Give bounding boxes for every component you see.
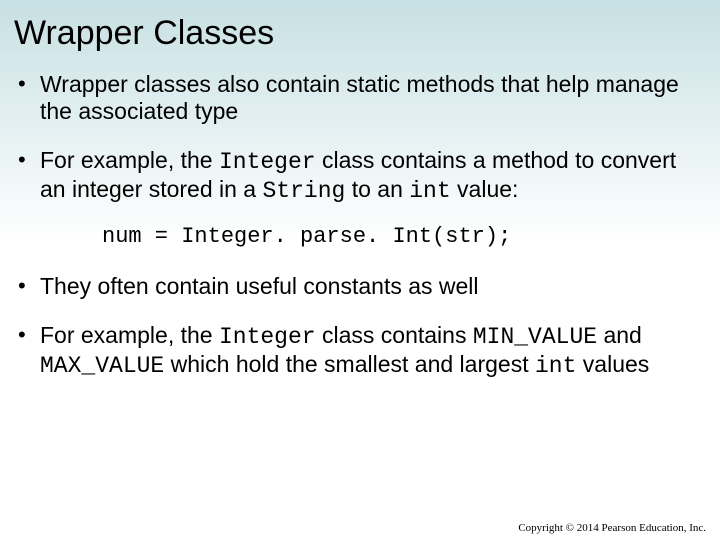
b2-code-1: Integer <box>219 149 316 175</box>
b4-code-4: int <box>535 353 576 379</box>
b2-part-a: For example, the <box>40 147 219 173</box>
b2-part-c: to an <box>345 176 409 202</box>
b2-code-2: String <box>262 178 345 204</box>
bullet-4: For example, the Integer class contains … <box>40 322 696 380</box>
bullet-list: Wrapper classes also contain static meth… <box>40 71 696 206</box>
slide-title: Wrapper Classes <box>14 14 700 53</box>
code-line: num = Integer. parse. Int(str); <box>102 224 700 249</box>
bullet-1: Wrapper classes also contain static meth… <box>40 71 696 125</box>
b4-part-b: class contains <box>316 322 473 348</box>
b4-code-1: Integer <box>219 324 316 350</box>
b2-code-3: int <box>409 178 450 204</box>
b2-part-d: value: <box>451 176 519 202</box>
bullet-3: They often contain useful constants as w… <box>40 273 696 300</box>
b4-part-c: and <box>597 322 642 348</box>
bullet-list-2: They often contain useful constants as w… <box>40 273 696 380</box>
b4-code-2: MIN_VALUE <box>473 324 597 350</box>
b4-part-e: values <box>576 351 649 377</box>
b4-part-a: For example, the <box>40 322 219 348</box>
b4-part-d: which hold the smallest and largest <box>164 351 535 377</box>
copyright-footer: Copyright © 2014 Pearson Education, Inc. <box>518 522 706 534</box>
b4-code-3: MAX_VALUE <box>40 353 164 379</box>
bullet-2: For example, the Integer class contains … <box>40 147 696 205</box>
